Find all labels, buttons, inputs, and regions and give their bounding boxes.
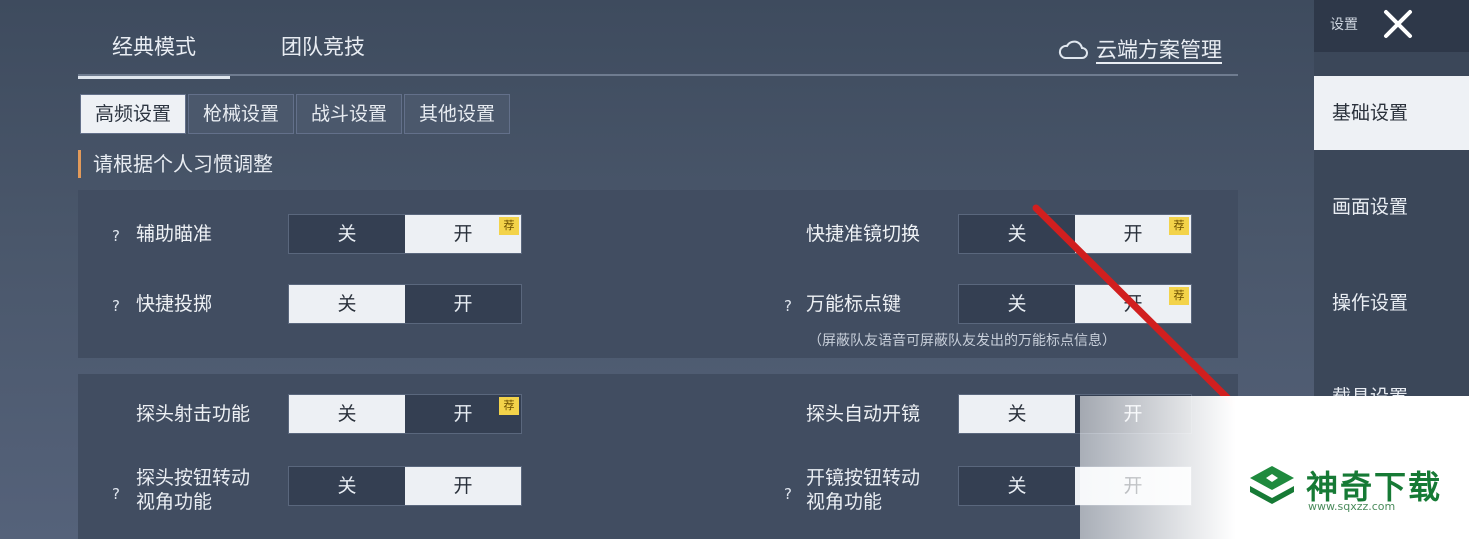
- watermark-url: www.sqxzz.com: [1308, 500, 1396, 513]
- brand-logo-icon: [1250, 466, 1294, 504]
